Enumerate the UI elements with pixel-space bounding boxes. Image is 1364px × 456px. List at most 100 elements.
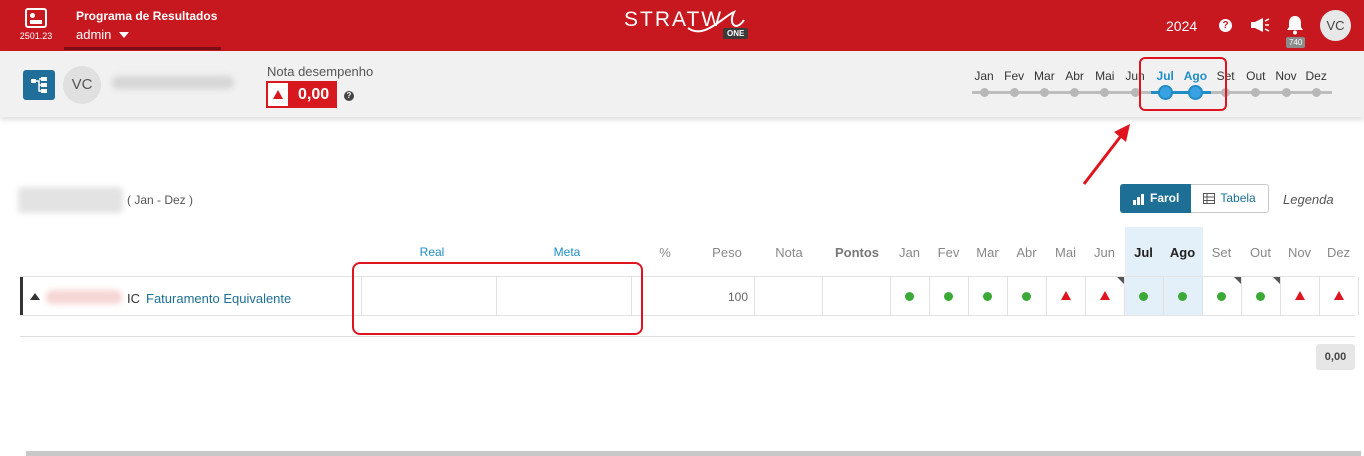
nota-help-icon[interactable]: ? [344,91,354,101]
comment-marker-icon [1117,277,1124,284]
table-icon [1203,193,1216,204]
sub-header: VC Nota desempenho 0,00 ? Jan Fev Mar Abr Ma… [0,51,1364,117]
month-label-abr[interactable]: Abr [1060,69,1090,83]
status-red-mai[interactable] [1061,291,1071,300]
slider-step[interactable] [1100,88,1110,97]
cell-divider [754,277,755,315]
cell-divider [1280,277,1281,315]
warning-triangle-icon [266,81,290,108]
farol-label: Farol [1150,191,1180,205]
status-red-dez[interactable] [1334,291,1344,300]
month-label-mar[interactable]: Mar [1029,69,1059,83]
program-selector[interactable]: Programa de Resultados admin [76,9,217,42]
row-border-bottom [20,315,1355,316]
person-avatar: VC [63,66,101,104]
user-name: admin [76,27,112,42]
col-month-abr: Abr [1016,245,1037,260]
col-month-out: Out [1250,245,1271,260]
view-toggle: Farol Tabela [1120,184,1269,213]
user-avatar[interactable]: VC [1320,10,1351,41]
notification-count-badge: 740 [1286,37,1306,48]
cell-divider [1124,277,1125,315]
slider-step[interactable] [979,88,989,97]
app-logo: STRATW ONE [624,8,749,39]
indicator-name-link[interactable]: Faturamento Equivalente [146,291,291,306]
highlight-box-values [352,262,643,335]
chart-icon [1133,193,1144,205]
app-home-button[interactable]: 2501.23 [18,8,54,41]
current-month-highlight [1125,227,1203,316]
col-month-jul: Jul [1134,245,1153,260]
status-green-abr[interactable] [1022,292,1031,301]
indicator-code-blurred [46,290,122,304]
col-month-nov: Nov [1287,245,1312,260]
slider-step[interactable] [1251,88,1261,97]
status-red-jun[interactable] [1100,291,1110,300]
col-month-fev: Fev [937,245,960,260]
col-month-jun: Jun [1094,245,1115,260]
status-green-mar[interactable] [983,292,992,301]
chevron-down-icon [119,31,130,38]
cell-divider [822,277,823,315]
nota-label: Nota desempenho [267,64,374,79]
col-pontos: Pontos [834,245,880,260]
col-month-jan: Jan [899,245,920,260]
org-tree-button[interactable] [23,70,55,100]
cell-divider [1163,277,1164,315]
status-green-fev[interactable] [944,292,953,301]
cell-divider [1358,277,1359,315]
cell-divider [1007,277,1008,315]
month-label-nov[interactable]: Nov [1271,69,1301,83]
highlight-box-months [1139,57,1227,111]
month-label-out[interactable]: Out [1241,69,1271,83]
farol-view-button[interactable]: Farol [1120,184,1192,213]
status-green-jul[interactable] [1139,292,1148,301]
slider-step[interactable] [1311,88,1321,97]
cell-divider [890,277,891,315]
program-active-indicator [64,47,221,50]
col-meta: Meta [553,245,581,259]
cell-divider [1241,277,1242,315]
year-selector[interactable]: 2024 [1166,18,1197,34]
cell-divider [1046,277,1047,315]
row-border-top [20,276,1355,277]
indicator-group-title-blurred [18,187,123,213]
tabela-view-button[interactable]: Tabela [1191,184,1269,213]
app-version: 2501.23 [19,31,53,41]
top-bar: 2501.23 Programa de Resultados admin STR… [0,0,1364,51]
megaphone-icon[interactable] [1250,17,1270,38]
help-icon[interactable]: ? [1219,19,1232,32]
status-green-out[interactable] [1256,292,1265,301]
month-label-jan[interactable]: Jan [969,69,999,83]
col-nota: Nota [775,245,803,260]
total-score: 0,00 [1316,344,1355,370]
legenda-link[interactable]: Legenda [1283,192,1334,207]
slider-step[interactable] [1039,88,1049,97]
expand-toggle-icon[interactable] [30,293,40,300]
col-month-ago: Ago [1169,245,1196,260]
status-green-set[interactable] [1217,292,1226,301]
indicator-prefix: IC [127,291,140,306]
slider-step[interactable] [1070,88,1080,97]
period-label: ( Jan - Dez ) [127,193,194,207]
month-label-fev[interactable]: Fev [999,69,1029,83]
status-green-jan[interactable] [905,292,914,301]
col-percent: % [659,245,671,260]
month-label-mai[interactable]: Mai [1090,69,1120,83]
cell-divider [1085,277,1086,315]
col-month-set: Set [1211,245,1232,260]
status-red-nov[interactable] [1295,291,1305,300]
status-green-ago[interactable] [1178,292,1187,301]
col-month-mar: Mar [976,245,999,260]
nota-score: 0,00 [266,81,338,108]
row-indicator-bar [20,277,23,315]
peso-value: 100 [727,290,748,304]
month-label-dez[interactable]: Dez [1301,69,1331,83]
slider-step[interactable] [1009,88,1019,97]
slider-step[interactable] [1281,88,1291,97]
horizontal-scrollbar[interactable] [26,451,1361,456]
user-dropdown[interactable]: admin [76,27,217,42]
annotation-arrow-icon [1082,124,1130,185]
person-name-blurred [112,76,234,89]
tabela-label: Tabela [1220,191,1256,205]
